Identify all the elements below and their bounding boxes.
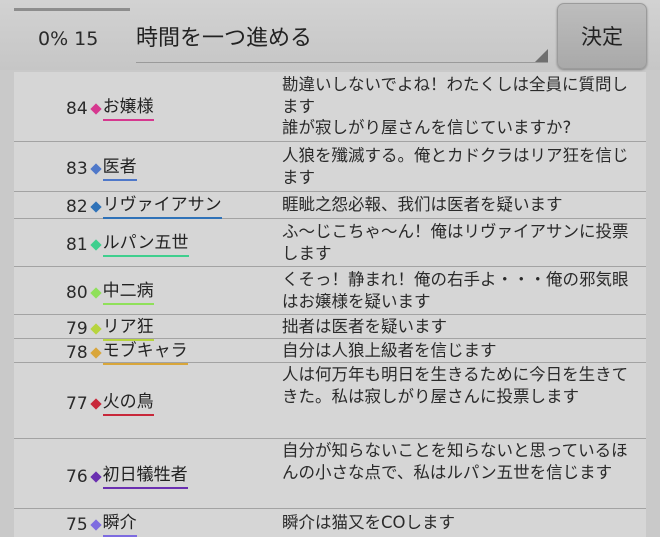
top-bar: 0% 15 時間を一つ進める 決定: [0, 0, 660, 70]
speaker-number: 84: [66, 98, 88, 119]
message-text: 睚眦之怨必報、我们は医者を疑います: [282, 195, 563, 214]
message-text: くそっ！静まれ！俺の右手よ・・・俺の邪気眼はお嬢様を疑います: [282, 270, 629, 311]
message-text: 人狼を殲滅する。俺とカドクラはリア狂を信じます: [282, 146, 629, 187]
speaker-number: 76: [66, 466, 88, 487]
log-row: 80 中二病 くそっ！静まれ！俺の右手よ・・・俺の邪気眼はお嬢様を疑います: [14, 267, 646, 315]
progress-bar: [14, 8, 130, 11]
log-row: 79 リア狂 拙者は医者を疑います: [14, 315, 646, 341]
speaker: 75 瞬介: [66, 512, 137, 537]
speaker-number: 83: [66, 158, 88, 179]
speaker: 79 リア狂: [66, 316, 154, 341]
message-text: 人は何万年も明日を生きるために今日を生きてきた。私は寂しがり屋さんに投票します: [282, 365, 629, 406]
action-select[interactable]: 時間を一つ進める: [136, 10, 548, 63]
action-select-value: 時間を一つ進める: [136, 26, 313, 51]
speaker-number: 79: [66, 318, 88, 339]
speaker: 80 中二病: [66, 280, 154, 305]
speaker-name: 初日犠牲者: [102, 464, 188, 489]
speaker-name: 中二病: [102, 280, 154, 305]
diamond-icon: [89, 238, 102, 251]
message-text: 拙者は医者を疑います: [282, 317, 447, 336]
speaker: 83 医者: [66, 156, 137, 181]
speaker: 78 モブキャラ: [66, 340, 188, 365]
speaker-number: 80: [66, 282, 88, 303]
log-row: 84 お嬢様 勘違いしないでよね！わたくしは全員に質問します 誰が寂しがり屋さんを…: [14, 72, 646, 142]
speaker-name: 医者: [102, 156, 137, 181]
speaker-number: 77: [66, 393, 88, 414]
diamond-icon: [89, 518, 102, 531]
diamond-icon: [89, 200, 102, 213]
speaker-name: 瞬介: [102, 512, 137, 537]
speaker-name: リヴァイアサン: [102, 194, 222, 219]
log-row: 81 ルパン五世 ふ〜じこちゃ〜ん！俺はリヴァイアサンに投票します: [14, 219, 646, 267]
diamond-icon: [89, 102, 102, 115]
speaker: 76 初日犠牲者: [66, 464, 188, 489]
message-text: 自分は人狼上級者を信じます: [282, 341, 497, 360]
diamond-icon: [89, 322, 102, 335]
log-row: 75 瞬介 瞬介は猫又をCOします: [14, 509, 646, 537]
speaker: 82 リヴァイアサン: [66, 194, 222, 219]
speaker: 84 お嬢様: [66, 96, 154, 121]
message-text: 瞬介は猫又をCOします: [282, 513, 456, 532]
log-row: 77 火の鳥 人は何万年も明日を生きるために今日を生きてきた。私は寂しがり屋さんに…: [14, 363, 646, 439]
speaker-name: モブキャラ: [102, 340, 188, 365]
dropdown-corner-icon: [535, 49, 548, 62]
diamond-icon: [89, 470, 102, 483]
message-log[interactable]: 84 お嬢様 勘違いしないでよね！わたくしは全員に質問します 誰が寂しがり屋さんを…: [14, 72, 646, 537]
diamond-icon: [89, 397, 102, 410]
speaker-name: 火の鳥: [102, 391, 154, 416]
speaker-name: ルパン五世: [102, 232, 189, 257]
message-text: 勘違いしないでよね！わたくしは全員に質問します 誰が寂しがり屋さんを信じています…: [282, 75, 629, 137]
speaker-number: 81: [66, 234, 88, 255]
decide-button[interactable]: 決定: [557, 3, 647, 69]
log-row: 82 リヴァイアサン 睚眦之怨必報、我们は医者を疑います: [14, 192, 646, 219]
speaker-name: お嬢様: [102, 96, 154, 121]
speaker-number: 82: [66, 196, 88, 217]
log-row: 83 医者 人狼を殲滅する。俺とカドクラはリア狂を信じます: [14, 142, 646, 192]
log-row: 78 モブキャラ 自分は人狼上級者を信じます: [14, 339, 646, 365]
diamond-icon: [89, 346, 102, 359]
progress-counter: 0% 15: [38, 28, 99, 50]
speaker: 77 火の鳥: [66, 391, 154, 416]
message-text: ふ〜じこちゃ〜ん！俺はリヴァイアサンに投票します: [282, 222, 629, 263]
speaker: 81 ルパン五世: [66, 232, 189, 257]
speaker-number: 75: [66, 514, 88, 535]
speaker-number: 78: [66, 342, 88, 363]
message-text: 自分が知らないことを知らないと思っているほんの小さな点で、私はルパン五世を信じま…: [282, 441, 628, 482]
log-row: 76 初日犠牲者 自分が知らないことを知らないと思っているほんの小さな点で、私はル…: [14, 439, 646, 509]
speaker-name: リア狂: [102, 316, 154, 341]
diamond-icon: [89, 286, 102, 299]
diamond-icon: [89, 162, 102, 175]
